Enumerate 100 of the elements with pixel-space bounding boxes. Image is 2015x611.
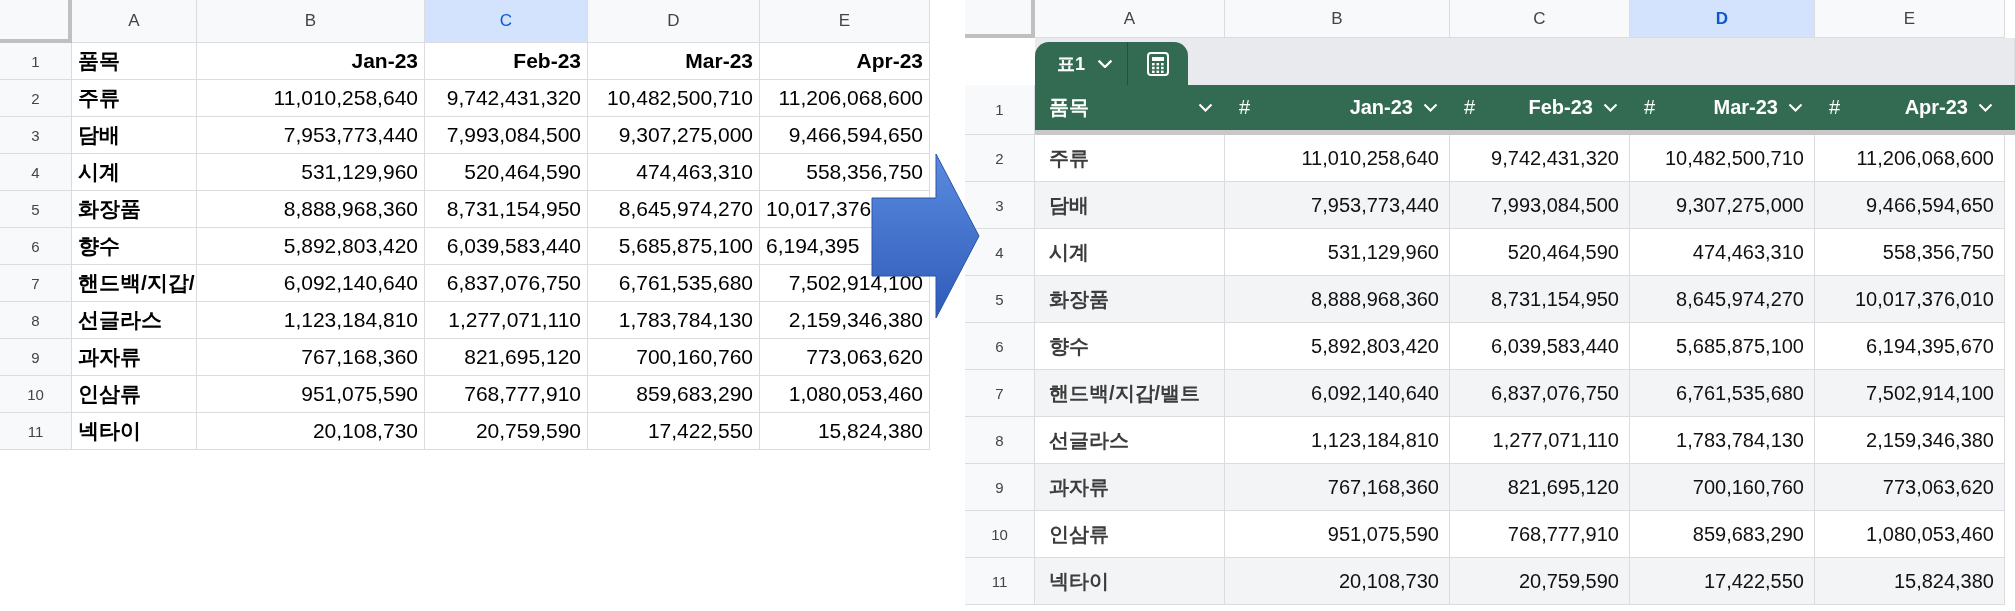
table-cell: 9,466,594,650	[760, 117, 930, 154]
table-cell: 과자류	[1035, 464, 1225, 511]
row-number: 4	[965, 229, 1035, 276]
column-header[interactable]: E	[1815, 0, 2005, 38]
column-header[interactable]: A	[1035, 0, 1225, 38]
row-number: 6	[965, 323, 1035, 370]
row-number: 10	[965, 511, 1035, 558]
row-number: 4	[0, 154, 72, 191]
table-cell: 핸드백/지갑/밸트	[1035, 370, 1225, 417]
header-cell: Apr-23	[760, 43, 930, 80]
table-cell: 9,307,275,000	[1630, 182, 1815, 229]
row-number: 8	[0, 302, 72, 339]
table-cell: 520,464,590	[425, 154, 588, 191]
row-number: 11	[0, 413, 72, 450]
table-cell: 6,092,140,640	[197, 265, 425, 302]
table-cell: 8,645,974,270	[1630, 276, 1815, 323]
row-number: 11	[965, 558, 1035, 605]
column-header[interactable]: B	[1225, 0, 1450, 38]
table-cell: 화장품	[72, 191, 197, 228]
row-number: 5	[0, 191, 72, 228]
column-title: Jan-23	[1348, 96, 1413, 119]
table-cell: 700,160,760	[588, 339, 760, 376]
column-title: Mar-23	[1712, 96, 1778, 119]
row-number: 10	[0, 376, 72, 413]
table-cell: 474,463,310	[588, 154, 760, 191]
table-cell: 주류	[72, 80, 197, 117]
table-cell: 821,695,120	[425, 339, 588, 376]
table-cell: 6,039,583,440	[425, 228, 588, 265]
table-cell: 11,010,258,640	[197, 80, 425, 117]
column-header[interactable]: E	[760, 0, 930, 43]
table-cell: 7,993,084,500	[425, 117, 588, 154]
column-header[interactable]: C	[1450, 0, 1630, 38]
table-cell: 1,783,784,130	[588, 302, 760, 339]
header-cell: Feb-23	[425, 43, 588, 80]
table-cell: 8,888,968,360	[1225, 276, 1450, 323]
column-title: 품목	[1049, 95, 1090, 120]
table-cell: 20,759,590	[425, 413, 588, 450]
column-title: Feb-23	[1527, 96, 1593, 119]
table-cell: 10,482,500,710	[588, 80, 760, 117]
table-cell: 7,502,914,100	[1815, 370, 2005, 417]
dropdown-caret-icon[interactable]	[1603, 103, 1618, 112]
table-cell: 넥타이	[72, 413, 197, 450]
row-number: 1	[995, 101, 1004, 118]
table-cell: 8,645,974,270	[588, 191, 760, 228]
table-cell: 773,063,620	[760, 339, 930, 376]
table-cell: 넥타이	[1035, 558, 1225, 605]
row-number: 2	[0, 80, 72, 117]
table-tab[interactable]: 표1	[1035, 42, 1188, 85]
column-header[interactable]: D	[1630, 0, 1815, 38]
header-cell: Mar-23	[588, 43, 760, 80]
table-cell: 531,129,960	[197, 154, 425, 191]
table-cell: 향수	[72, 228, 197, 265]
table-cell: 6,837,076,750	[1450, 370, 1630, 417]
table-cell: 767,168,360	[197, 339, 425, 376]
column-header[interactable]: B	[197, 0, 425, 43]
dropdown-caret-icon[interactable]	[1788, 103, 1803, 112]
column-title: Apr-23	[1903, 96, 1968, 119]
row-number: 3	[965, 182, 1035, 229]
table-cell: 2,159,346,380	[760, 302, 930, 339]
table-cell: 767,168,360	[1225, 464, 1450, 511]
row-number: 7	[965, 370, 1035, 417]
table-cell: 5,685,875,100	[588, 228, 760, 265]
dropdown-caret-icon[interactable]	[1097, 58, 1113, 69]
table-cell: 담배	[1035, 182, 1225, 229]
table-cell: 선글라스	[72, 302, 197, 339]
table-cell: 20,108,730	[197, 413, 425, 450]
dropdown-caret-icon[interactable]	[1423, 103, 1438, 112]
row-number: 9	[965, 464, 1035, 511]
table-cell: 핸드백/지갑/	[72, 265, 197, 302]
table-cell: 9,466,594,650	[1815, 182, 2005, 229]
table-cell: 7,993,084,500	[1450, 182, 1630, 229]
table-cell: 과자류	[72, 339, 197, 376]
dropdown-caret-icon[interactable]	[1978, 103, 1993, 112]
table-cell: 시계	[72, 154, 197, 191]
row-number: 5	[965, 276, 1035, 323]
column-header[interactable]: D	[588, 0, 760, 43]
table-cell: 9,742,431,320	[425, 80, 588, 117]
table-cell: 15,824,380	[760, 413, 930, 450]
table-cell: 773,063,620	[1815, 464, 2005, 511]
row-number: 9	[0, 339, 72, 376]
header-cell: Jan-23	[197, 43, 425, 80]
table-cell: 20,108,730	[1225, 558, 1450, 605]
table-cell: 558,356,750	[760, 154, 930, 191]
table-cell: 5,892,803,420	[197, 228, 425, 265]
row-number: 6	[0, 228, 72, 265]
column-header[interactable]: A	[72, 0, 197, 43]
table-cell: 859,683,290	[588, 376, 760, 413]
row-number: 7	[0, 265, 72, 302]
table-cell: 인삼류	[72, 376, 197, 413]
table-cell: 15,824,380	[1815, 558, 2005, 605]
table-cell: 6,837,076,750	[425, 265, 588, 302]
table-cell: 8,731,154,950	[1450, 276, 1630, 323]
table-cell: 8,888,968,360	[197, 191, 425, 228]
table-cell: 10,017,376,010	[1815, 276, 2005, 323]
column-header[interactable]: C	[425, 0, 588, 43]
column-type-symbol: #	[1239, 96, 1251, 119]
table-cell: 6,092,140,640	[1225, 370, 1450, 417]
table-cell: 화장품	[1035, 276, 1225, 323]
table-cell: 8,731,154,950	[425, 191, 588, 228]
dropdown-caret-icon[interactable]	[1198, 103, 1213, 112]
